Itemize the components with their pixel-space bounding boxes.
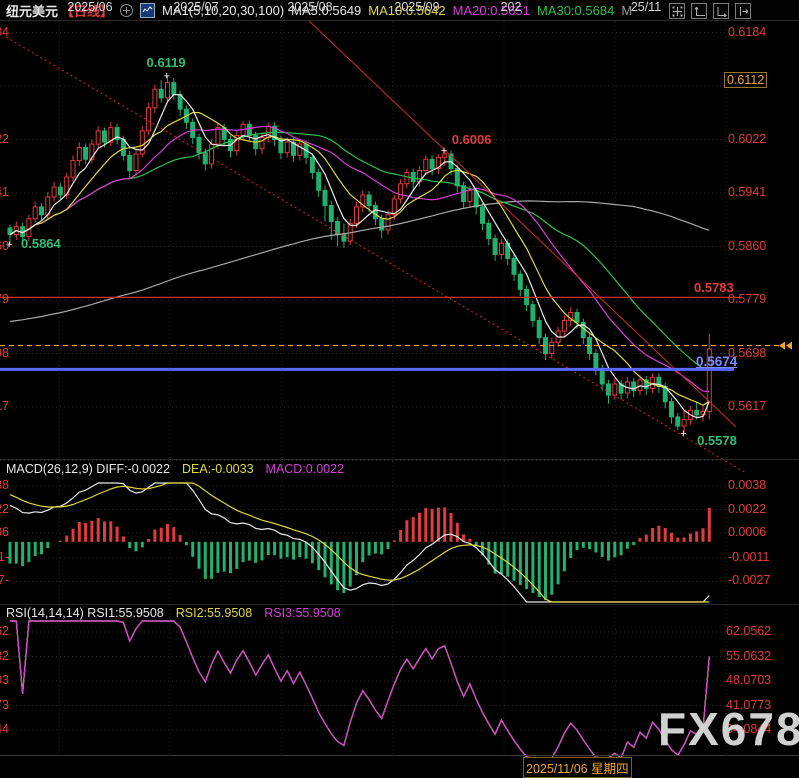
trading-chart-app: ++++ 纽元美元 【日线】 MA1(5,10,20,30,100) MA5:0… (0, 0, 799, 778)
price-axis-label-clipped: 0.6184 (0, 25, 9, 40)
date-label: 2025/06 (67, 0, 112, 14)
plus-marker: + (441, 145, 447, 157)
macd-hist-value: MACD:0.0022 (266, 462, 345, 476)
crosshair-icon[interactable] (669, 3, 685, 19)
rsi2-value: RSI2:55.9508 (176, 606, 252, 620)
rsi-axis-label: 62.0562 (726, 624, 771, 639)
date-label: 25/11 (631, 0, 661, 14)
macd-axis-label-clipped: -0.0027 (0, 573, 9, 588)
macd-diff-value: MACD(26,12,9) DIFF:-0.0022 (6, 462, 170, 476)
rsi1-value: RSI(14,14,14) RSI1:55.9508 (6, 606, 164, 620)
price-axis-label: 0.5617 (728, 399, 766, 414)
macd-lines (10, 483, 709, 602)
rsi-pane-header: RSI(14,14,14) RSI1:55.9508 RSI2:55.9508 … (6, 606, 341, 620)
main-macd-separator (0, 459, 799, 460)
price-axis-label: 0.5698 (728, 346, 766, 361)
macd-axis-label: 0.0038 (728, 478, 766, 493)
price-axis-label: 0.5779 (728, 292, 766, 307)
price-axis-label-clipped: 0.6022 (0, 132, 9, 147)
macd-pane-header: MACD(26,12,9) DIFF:-0.0022 DEA:-0.0033 M… (6, 462, 344, 476)
pan-right-icon[interactable] (735, 3, 751, 19)
date-label: 2025/08 (287, 0, 332, 14)
add-indicator-icon[interactable] (120, 4, 133, 17)
plus-marker: + (164, 70, 170, 82)
macd-axis-label-clipped: 0.0006 (0, 525, 9, 540)
macd-axis-label: -0.0011 (728, 550, 769, 565)
price-axis-label: 0.6022 (728, 132, 766, 147)
header-separator (0, 20, 799, 21)
rsi-axis-label-clipped: 55.0632 (0, 649, 9, 664)
date-label: 202 (501, 0, 522, 14)
price-axis-label: 0.6184 (728, 25, 766, 40)
alert-price-label[interactable]: 0.6112 (724, 72, 767, 88)
rsi-axis-label-clipped: 41.0773 (0, 698, 9, 713)
date-label: 2025/09 (394, 0, 439, 14)
rsi-lines (10, 621, 709, 758)
rsi-axis-label: 48.0703 (726, 673, 771, 688)
price-axis-label-clipped: 0.5698 (0, 346, 9, 361)
macd-axis-label-clipped: 0.0038 (0, 478, 9, 493)
macd-axis-label: 0.0006 (728, 525, 766, 540)
chart-toolbar (669, 3, 751, 19)
rsi-axis-label: 55.0632 (726, 649, 771, 664)
macd-dea-value: DEA:-0.0033 (182, 462, 254, 476)
swing-price-label: 0.5578 (697, 433, 737, 448)
price-axis-label: 0.5860 (728, 239, 766, 254)
price-axis-label-clipped: 0.5779 (0, 292, 9, 307)
price-chart-svg: ++++ (0, 0, 799, 778)
macd-axis-label: 0.0022 (728, 502, 766, 517)
macd-axis-label-clipped: 0.0022 (0, 502, 9, 517)
axis-zoom-right-icon[interactable] (713, 3, 729, 19)
rsi-axis-label-clipped: 48.0703 (0, 673, 9, 688)
rsi-axis-label-clipped: 62.0562 (0, 624, 9, 639)
swing-annotations: ++++ (6, 70, 687, 439)
watermark: FX678 (658, 702, 799, 756)
swing-price-label: 0.5864 (21, 236, 61, 251)
price-axis-label-clipped: 0.5860 (0, 239, 9, 254)
symbol-title: 纽元美元 (6, 1, 58, 20)
date-label: 2025/07 (173, 0, 218, 14)
macd-axis-label: -0.0027 (728, 573, 770, 588)
ma30-value: MA30:0.5684 (537, 3, 614, 18)
candlestick-series (8, 75, 711, 432)
current-price-arrow-icon (779, 342, 792, 350)
price-axis-label-clipped: 0.5941 (0, 185, 9, 200)
current-date-label: 2025/11/06 星期四 (523, 757, 632, 778)
price-axis-label: 0.5941 (728, 185, 766, 200)
macd-rsi-separator (0, 604, 799, 605)
rsi-axis-label-clipped: 34.0844 (0, 722, 9, 737)
kline-chart-icon[interactable] (140, 3, 155, 18)
price-axis-label-clipped: 0.5617 (0, 399, 9, 414)
swing-price-label: 0.6119 (147, 55, 186, 70)
axis-zoom-up-icon[interactable] (691, 3, 707, 19)
plus-marker: + (680, 428, 686, 440)
rsi3-value: RSI3:55.9508 (264, 606, 340, 620)
macd-axis-label-clipped: -0.0011 (0, 550, 9, 565)
swing-price-label: 0.6006 (452, 132, 492, 147)
